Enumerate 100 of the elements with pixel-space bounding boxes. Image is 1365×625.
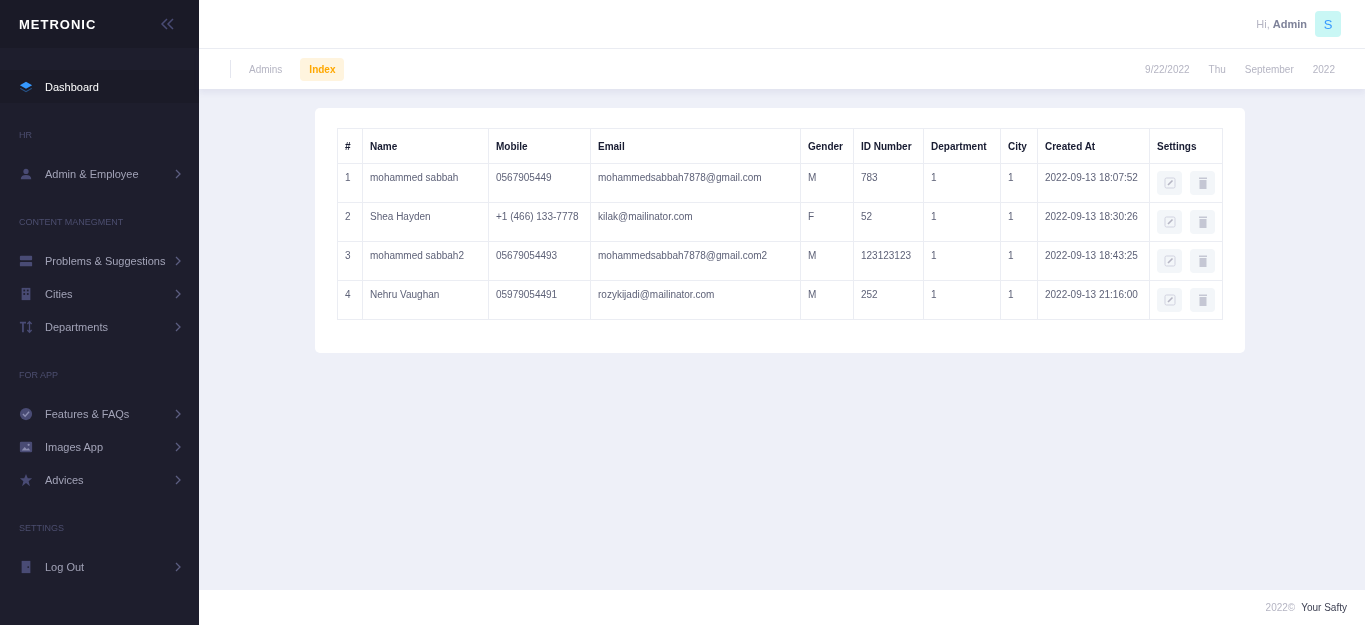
delete-button[interactable] <box>1190 288 1215 312</box>
sort-icon <box>19 319 33 334</box>
table-cell: 1 <box>923 202 1001 242</box>
table-cell: 1 <box>923 163 1001 203</box>
menu-item[interactable]: Features & FAQs <box>0 397 199 430</box>
table-cell: kilak@mailinator.com <box>590 202 801 242</box>
chevron-icon <box>175 561 181 572</box>
star-icon <box>19 472 33 487</box>
building-icon <box>19 286 33 301</box>
edit-button[interactable] <box>1157 249 1182 273</box>
table-cell: 2 <box>337 202 363 242</box>
image-icon <box>19 439 33 454</box>
menu-item[interactable]: Problems & Suggestions <box>0 244 199 277</box>
column-header: Gender <box>800 128 854 164</box>
menu-item[interactable]: Images App <box>0 430 199 463</box>
table-cell: 05979054491 <box>488 280 591 320</box>
logo: METRONIC <box>19 16 97 32</box>
user-icon <box>19 166 33 181</box>
list-icon <box>19 253 33 268</box>
date-text: 2022 <box>1312 63 1335 75</box>
table-cell: 2022-09-13 21:16:00 <box>1037 280 1150 320</box>
pencil-icon <box>1163 216 1176 228</box>
greeting: Hi, Admin <box>1256 18 1307 30</box>
door-icon <box>19 559 33 574</box>
chevron-icon <box>175 255 181 266</box>
menu-item[interactable]: Admin & Employee <box>0 157 199 190</box>
table-cell: mohammed sabbah <box>362 163 489 203</box>
chevron-icon <box>175 408 181 419</box>
section-label: FOR APP <box>18 369 59 382</box>
table-cell: 1 <box>337 163 363 203</box>
dashboard-icon <box>19 79 33 94</box>
table-cell: 2022-09-13 18:43:25 <box>1037 241 1150 281</box>
trash-icon <box>1197 177 1208 189</box>
table-cell: 3 <box>337 241 363 281</box>
menu-item[interactable]: Log Out <box>0 550 199 583</box>
table-cell: mohammedsabbah7878@gmail.com <box>590 163 801 203</box>
menu-item[interactable]: Cities <box>0 277 199 310</box>
table-cell: 252 <box>853 280 924 320</box>
section-label: CONTENT MANEGMENT <box>18 216 125 229</box>
section-label: SETTINGS <box>18 522 65 535</box>
table-cell: 2022-09-13 18:30:26 <box>1037 202 1150 242</box>
table-cell: 0567905449 <box>488 163 591 203</box>
column-header: Created At <box>1037 128 1150 164</box>
table-cell: mohammed sabbah2 <box>362 241 489 281</box>
table-cell: 1 <box>1000 202 1038 242</box>
table-cell: 1 <box>923 241 1001 281</box>
delete-button[interactable] <box>1190 171 1215 195</box>
table-cell: 4 <box>337 280 363 320</box>
table-cell: 1 <box>1000 241 1038 281</box>
table-cell: +1 (466) 133-7778 <box>488 202 591 242</box>
chevron-icon <box>175 168 181 179</box>
table-cell: M <box>800 163 854 203</box>
table-cell: 1 <box>923 280 1001 320</box>
table-cell: 1 <box>1000 163 1038 203</box>
date-text: Thu <box>1208 63 1226 75</box>
table-cell: M <box>800 280 854 320</box>
copyright-year: 2022© <box>1265 602 1296 613</box>
table-cell: 123123123 <box>853 241 924 281</box>
footer-link[interactable]: Your Safty <box>1301 602 1347 613</box>
table-cell: 05679054493 <box>488 241 591 281</box>
delete-button[interactable] <box>1190 249 1215 273</box>
trash-icon <box>1197 255 1208 267</box>
table-cell: Nehru Vaughan <box>362 280 489 320</box>
column-header: Mobile <box>488 128 591 164</box>
collapse-icon[interactable] <box>160 18 174 30</box>
delete-button[interactable] <box>1190 210 1215 234</box>
edit-button[interactable] <box>1157 288 1182 312</box>
column-header: Email <box>590 128 801 164</box>
chevron-icon <box>175 288 181 299</box>
column-header: Department <box>923 128 1001 164</box>
table-cell: rozykijadi@mailinator.com <box>590 280 801 320</box>
table-cell: 783 <box>853 163 924 203</box>
table-cell: F <box>800 202 854 242</box>
chevron-icon <box>175 321 181 332</box>
date-text: September <box>1244 63 1294 75</box>
edit-button[interactable] <box>1157 171 1182 195</box>
edit-button[interactable] <box>1157 210 1182 234</box>
chevron-icon <box>175 474 181 485</box>
pencil-icon <box>1163 255 1176 267</box>
column-header: Settings <box>1149 128 1223 164</box>
table-cell: 1 <box>1000 280 1038 320</box>
menu-item[interactable]: Dashboard <box>0 70 199 103</box>
chevron-icon <box>175 441 181 452</box>
menu-item[interactable]: Advices <box>0 463 199 496</box>
trash-icon <box>1197 294 1208 306</box>
column-header: Name <box>362 128 489 164</box>
column-header: City <box>1000 128 1038 164</box>
column-header: # <box>337 128 363 164</box>
column-header: ID Number <box>853 128 924 164</box>
trash-icon <box>1197 216 1208 228</box>
table-cell: 52 <box>853 202 924 242</box>
pencil-icon <box>1163 294 1176 306</box>
date-text: 9/22/2022 <box>1145 63 1190 75</box>
pencil-icon <box>1163 177 1176 189</box>
menu-item[interactable]: Departments <box>0 310 199 343</box>
check-circle-icon <box>19 406 33 421</box>
table-cell: M <box>800 241 854 281</box>
table-cell: 2022-09-13 18:07:52 <box>1037 163 1150 203</box>
table-cell: Shea Hayden <box>362 202 489 242</box>
table-cell: mohammedsabbah7878@gmail.com2 <box>590 241 801 281</box>
